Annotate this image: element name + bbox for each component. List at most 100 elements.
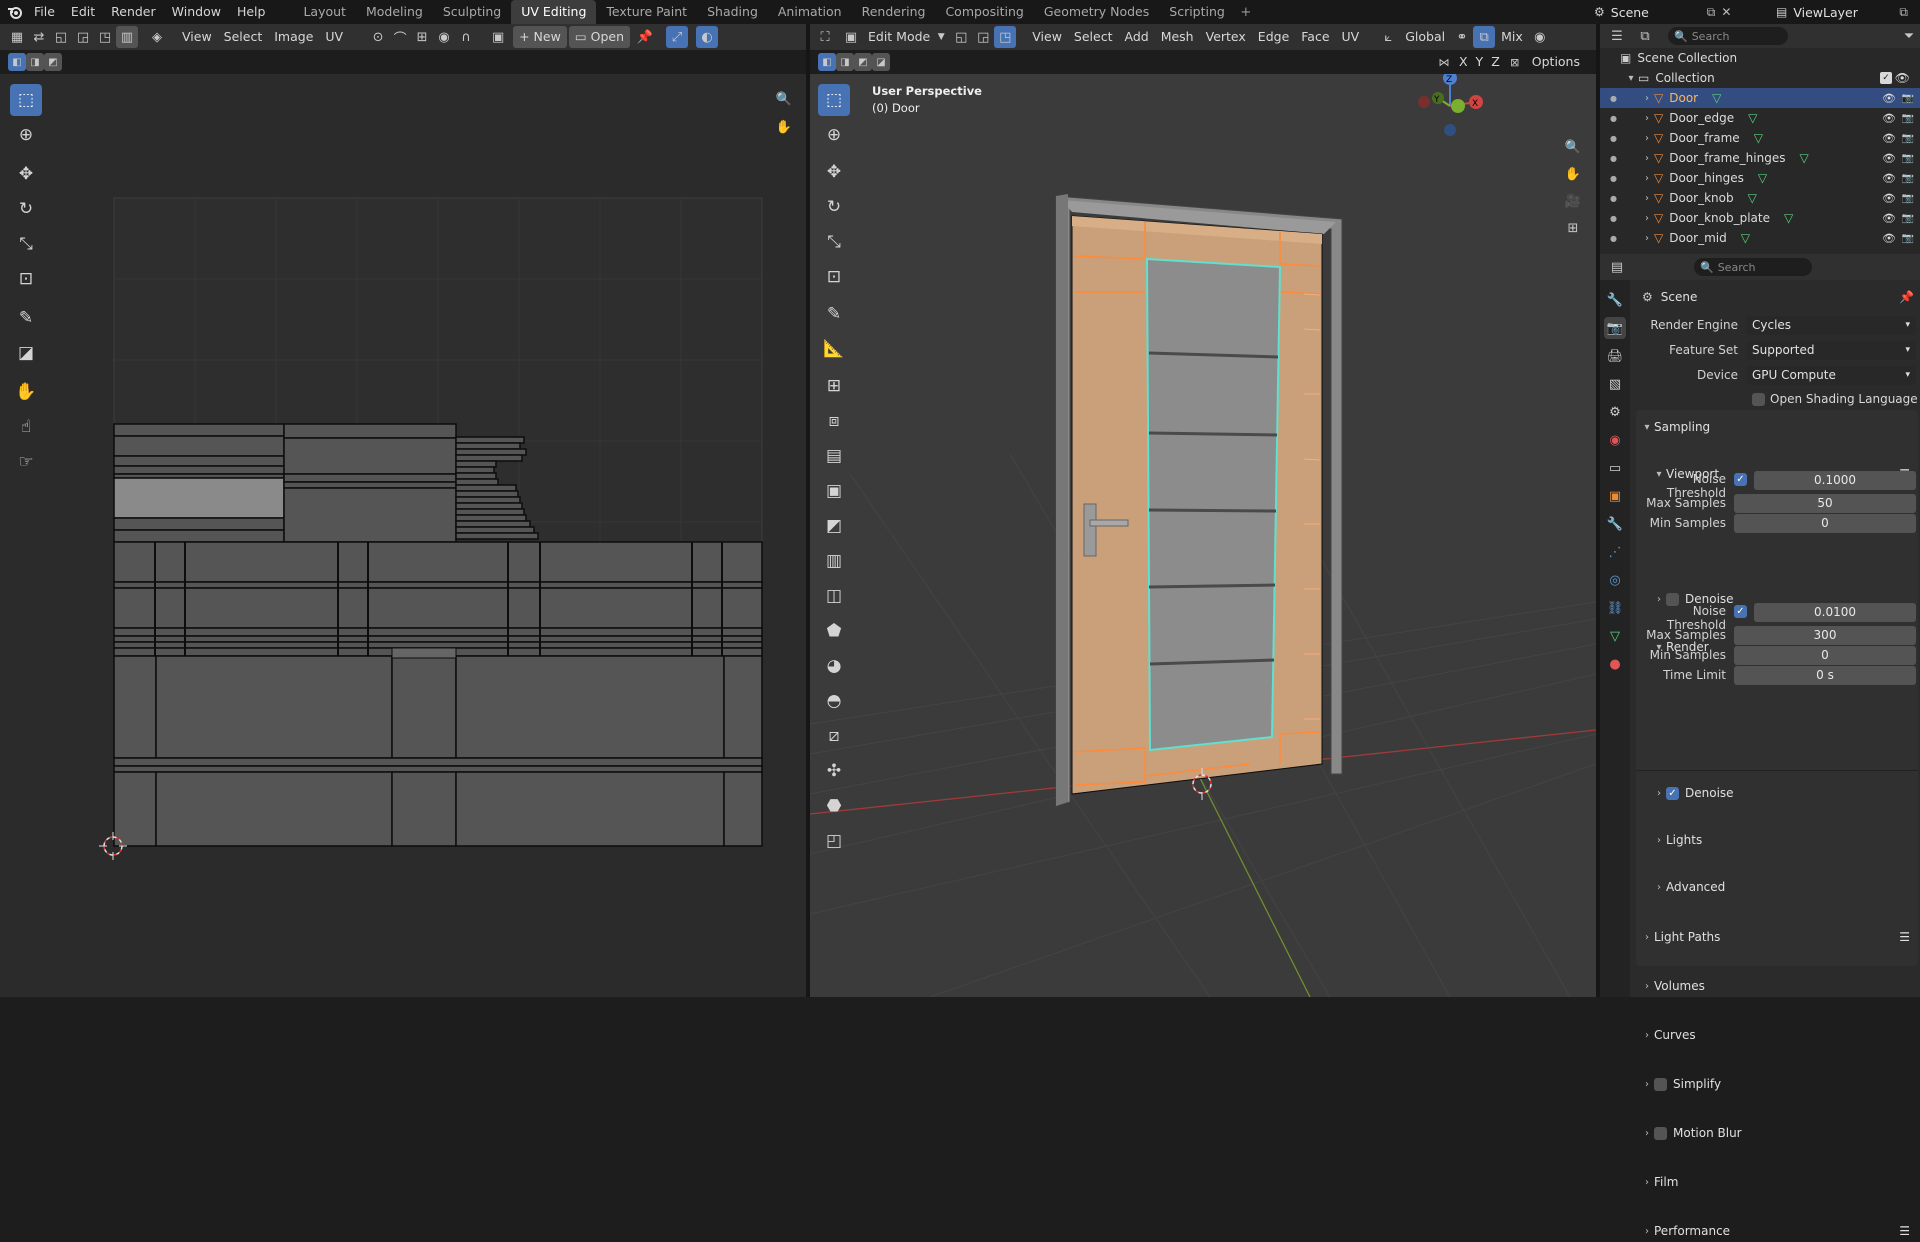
mirror-icon[interactable]: ⋈ [1433,51,1455,73]
set-selection-icon[interactable]: ◧ [8,53,26,71]
editor-type-icon[interactable]: ▦ [6,26,28,48]
volumes-header[interactable]: › Volumes [1640,975,1914,997]
expand-chevron-icon[interactable]: › [1640,153,1654,164]
overlay-toggle-icon[interactable]: ◐ [696,26,718,48]
visibility-dot-icon[interactable]: ● [1610,174,1617,183]
data-tab-icon[interactable]: ▽ [1604,625,1626,647]
falloff-icon[interactable]: ∩ [455,26,477,48]
eye-icon[interactable]: 👁 [1882,92,1896,105]
osl-checkbox[interactable] [1752,393,1765,406]
motion-blur-checkbox[interactable] [1654,1126,1667,1140]
new-image-button[interactable]: + New [513,26,567,48]
collection-chevron-icon[interactable]: ▾ [1624,73,1638,84]
output-tab-icon[interactable]: 🖨 [1604,345,1626,367]
expand-chevron-icon[interactable]: › [1640,213,1654,224]
scene-tab-icon[interactable]: ⚙ [1604,401,1626,423]
camera-render-icon[interactable]: 📷 [1902,173,1914,184]
open-image-button[interactable]: ▭ Open [568,26,630,48]
outliner-item-door-edge[interactable]: ● › ▽ Door_edge ▽ 👁 📷 [1600,108,1920,128]
collection-tab-icon[interactable]: ▭ [1604,457,1626,479]
eye-icon[interactable]: 👁 [1882,212,1896,225]
inset-tool-icon[interactable]: ▣ [818,475,850,507]
vp-min-samples-field[interactable]: 0 [1734,514,1916,533]
vp-transform-tool-icon[interactable]: ⊡ [818,261,850,293]
filter-icon[interactable]: ⏷ [1898,25,1920,47]
face-select-icon[interactable]: ◳ [94,26,116,48]
particles-tab-icon[interactable]: ⋰ [1604,541,1626,563]
menu-edit[interactable]: Edit [63,0,103,24]
eye-icon[interactable]: 👁 [1882,112,1896,125]
proportional-edit-icon[interactable]: ◉ [433,26,455,48]
spin-tool-icon[interactable]: ◕ [818,650,850,682]
sync-selection-icon[interactable]: ⇄ [28,26,50,48]
outliner-editor-icon[interactable]: ☰ [1606,25,1628,47]
tab-layout[interactable]: Layout [293,0,356,24]
menu-file[interactable]: File [26,0,63,24]
vp-subtract-selection-icon[interactable]: ◩ [854,53,872,71]
object-tab-icon[interactable]: ▣ [1604,485,1626,507]
vp-annotate-tool-icon[interactable]: ✎ [818,298,850,330]
eye-icon[interactable]: 👁 [1882,232,1896,245]
snap-toggle-icon[interactable]: ⧉ [1473,26,1496,48]
scene-collection-row[interactable]: ▣ Scene Collection [1600,48,1920,68]
knife-tool-icon[interactable]: ◫ [818,580,850,612]
vp-menu-face[interactable]: Face [1295,26,1335,48]
render-tab-icon[interactable]: 📷 [1604,317,1626,339]
view-layer-tab-icon[interactable]: ▧ [1604,373,1626,395]
visibility-dot-icon[interactable]: ● [1610,134,1617,143]
mesh-data-icon[interactable]: ▽ [1748,111,1757,125]
proportional-icon[interactable]: ◉ [1529,26,1551,48]
vp-menu-edge[interactable]: Edge [1252,26,1295,48]
film-header[interactable]: › Film [1640,1171,1914,1193]
viewport-editor-type-icon[interactable]: ⛶ [814,26,836,48]
performance-header[interactable]: › Performance ☰ [1640,1220,1914,1242]
edge-select-icon[interactable]: ◲ [72,26,94,48]
camera-render-icon[interactable]: 📷 [1902,153,1914,164]
tab-texture-paint[interactable]: Texture Paint [596,0,697,24]
advanced-header[interactable]: › Advanced [1652,876,1914,898]
3d-viewport[interactable]: User Perspective (0) Door ⬚ ⊕ ✥ ↻ ⤡ ⊡ ✎ … [810,74,1596,997]
mesh-data-icon[interactable]: ▽ [1784,211,1793,225]
image-browse-icon[interactable]: ▣ [487,26,509,48]
mode-selector[interactable]: Edit Mode [862,26,936,48]
tab-rendering[interactable]: Rendering [852,0,936,24]
feature-set-select[interactable]: Supported ▾ [1746,341,1916,360]
expand-chevron-icon[interactable]: › [1640,113,1654,124]
shrink-tool-icon[interactable]: ✣ [818,755,850,787]
visibility-dot-icon[interactable]: ● [1610,234,1617,243]
tab-scripting[interactable]: Scripting [1159,0,1235,24]
subtract-selection-icon[interactable]: ◩ [44,53,62,71]
r-denoise-checkbox[interactable]: ✓ [1666,786,1679,800]
camera-render-icon[interactable]: 📷 [1902,233,1914,244]
menu-help[interactable]: Help [229,0,274,24]
eye-icon[interactable]: 👁 [1882,152,1896,165]
pivot-icon[interactable]: ⊙ [367,26,389,48]
rip-region-tool-icon[interactable]: ◰ [818,825,850,857]
edge-mode-icon[interactable]: ◲ [972,26,994,48]
outliner-item-door-knob[interactable]: ● › ▽ Door_knob ▽ 👁 📷 [1600,188,1920,208]
constraints-tab-icon[interactable]: ⛓ [1604,597,1626,619]
add-cube-tool-icon[interactable]: ⊞ [818,370,850,402]
orientation-selector[interactable]: Global [1399,26,1451,48]
tab-compositing[interactable]: Compositing [935,0,1033,24]
vp-menu-add[interactable]: Add [1118,26,1154,48]
vp-menu-select[interactable]: Select [1068,26,1119,48]
expand-chevron-icon[interactable]: › [1640,193,1654,204]
tool-tab-icon[interactable]: 🔧 [1604,289,1626,311]
pivot-point-icon[interactable]: ⚭ [1451,26,1473,48]
expand-chevron-icon[interactable]: › [1640,233,1654,244]
vp-cursor-tool-icon[interactable]: ⊕ [818,119,850,151]
view-layer-selector[interactable]: ▤ ViewLayer ⧉ [1776,0,1908,24]
outliner-item-door-knob-plate[interactable]: ● › ▽ Door_knob_plate ▽ 👁 📷 [1600,208,1920,228]
outliner-item-door-frame[interactable]: ● › ▽ Door_frame ▽ 👁 📷 [1600,128,1920,148]
r-noise-checkbox[interactable]: ✓ [1734,605,1747,618]
mesh-data-icon[interactable]: ▽ [1754,131,1763,145]
outliner-item-door-frame-hinges[interactable]: ● › ▽ Door_frame_hinges ▽ 👁 📷 [1600,148,1920,168]
tab-geometry-nodes[interactable]: Geometry Nodes [1034,0,1159,24]
snap-mix-selector[interactable]: Mix [1495,26,1529,48]
eye-icon[interactable]: 👁 [1882,132,1896,145]
auto-merge-icon[interactable]: ⊠ [1504,51,1526,73]
gizmo-toggle-icon[interactable]: ⤢ [666,26,688,48]
camera-render-icon[interactable]: 📷 [1902,133,1914,144]
simplify-checkbox[interactable] [1654,1077,1667,1091]
